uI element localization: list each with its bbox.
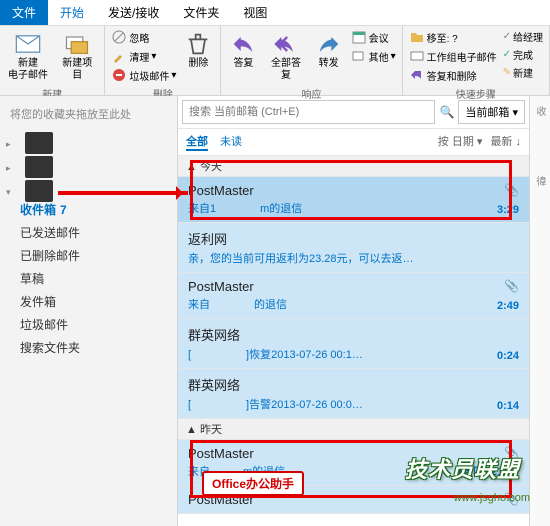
msg-preview: 亲，您的当前可用返利为23.28元，可以去返…: [188, 250, 519, 266]
tab-sendrecv[interactable]: 发送/接收: [96, 0, 171, 25]
forward-icon: [315, 30, 343, 58]
msg-preview: [ ]恢复2013-07-26 00:1…: [188, 346, 519, 362]
reply-icon: [229, 30, 257, 58]
tab-view[interactable]: 视图: [231, 0, 279, 25]
msg-time: 3:29: [497, 204, 519, 216]
new-email-button[interactable]: 新建 电子邮件: [4, 28, 52, 84]
junk-icon: [111, 67, 127, 83]
ignore-icon: [111, 29, 127, 45]
message-item[interactable]: 群英网络 [ ]告警2013-07-26 00:0… 0:14: [178, 369, 529, 419]
folder-sidebar: 将您的收藏夹拖放至此处 ▸ ▸ ▾ 收件箱7 已发送邮件 已删除邮件 草稿 发件…: [0, 96, 178, 526]
tab-folder[interactable]: 文件夹: [171, 0, 231, 25]
pane-label: 收: [530, 96, 549, 126]
new-item-label: 新建项目: [58, 58, 96, 82]
meeting-button[interactable]: 会议: [349, 28, 398, 46]
folder-search[interactable]: 搜索文件夹: [0, 336, 177, 359]
new-email-label: 新建 电子邮件: [8, 58, 48, 82]
filter-all[interactable]: 全部: [186, 133, 208, 151]
watermark-office: Office办公助手: [202, 471, 304, 496]
folder-junk[interactable]: 垃圾邮件: [0, 313, 177, 336]
group-today[interactable]: ▲ 今天: [178, 156, 529, 177]
message-item[interactable]: 群英网络 [ ]恢复2013-07-26 00:1… 0:24: [178, 319, 529, 369]
msg-time: 2:49: [497, 300, 519, 312]
search-icon[interactable]: 🔍: [439, 105, 454, 119]
ribbon-group-respond: 答复 全部答复 转发 会议 其他▾ 响应: [221, 26, 402, 95]
team-icon: [409, 48, 425, 64]
forward-button[interactable]: 转发: [311, 28, 347, 84]
delete-button[interactable]: 删除: [180, 28, 216, 84]
junk-button[interactable]: 垃圾邮件▾: [109, 66, 178, 84]
replydel-icon: [409, 67, 425, 83]
envelope-icon: [14, 30, 42, 58]
folder-outbox[interactable]: 发件箱: [0, 290, 177, 313]
annotation-arrow: [58, 190, 188, 196]
attachment-icon: 📎: [504, 183, 519, 197]
folder-icon: [409, 29, 425, 45]
tab-home[interactable]: 开始: [48, 0, 96, 25]
delete-icon: [184, 30, 212, 58]
sort-order[interactable]: 最新 ↓: [490, 133, 521, 151]
msg-preview: [ ]告警2013-07-26 00:0…: [188, 396, 519, 412]
replyall-button[interactable]: 全部答复: [263, 28, 308, 84]
broom-icon: [111, 48, 127, 64]
search-input[interactable]: [182, 100, 435, 124]
more-icon: [351, 48, 367, 64]
folder-deleted[interactable]: 已删除邮件: [0, 244, 177, 267]
account-redacted-3[interactable]: [25, 180, 53, 202]
ignore-button[interactable]: 忽略: [109, 28, 178, 46]
folder-inbox[interactable]: 收件箱7: [0, 198, 177, 221]
attachment-icon: 📎: [504, 279, 519, 293]
delete-label: 删除: [188, 58, 208, 70]
search-scope-dropdown[interactable]: 当前邮箱 ▾: [458, 100, 525, 124]
account-redacted-2[interactable]: [25, 156, 53, 178]
folder-drafts[interactable]: 草稿: [0, 267, 177, 290]
msg-sender: PostMaster: [188, 183, 519, 198]
new-item-button[interactable]: 新建项目: [54, 28, 100, 84]
quick-team[interactable]: 工作组电子邮件: [407, 47, 499, 65]
ribbon-group-new: 新建 电子邮件 新建项目 新建: [0, 26, 105, 95]
message-item[interactable]: 返利网 亲，您的当前可用返利为23.28元，可以去返…: [178, 223, 529, 273]
quick-manager[interactable]: ✓给经理: [501, 28, 545, 45]
reply-button[interactable]: 答复: [225, 28, 261, 84]
watermark-url: www.jsgho.com: [454, 492, 530, 504]
msg-preview: 来自 的退信: [188, 296, 519, 312]
expand-icon[interactable]: ▸: [6, 163, 11, 173]
ribbon-group-delete: 忽略 清理▾ 垃圾邮件▾ 删除 删除: [105, 26, 221, 95]
clean-button[interactable]: 清理▾: [109, 47, 178, 65]
msg-sender: 返利网: [188, 229, 519, 248]
filter-unread[interactable]: 未读: [220, 133, 242, 151]
quick-create[interactable]: ✎新建: [501, 64, 545, 81]
expand-icon[interactable]: ▾: [6, 187, 11, 197]
msg-time: 0:24: [497, 350, 519, 362]
msg-preview: 来自1 m的退信: [188, 200, 519, 216]
tab-file[interactable]: 文件: [0, 0, 48, 25]
msg-sender: 群英网络: [188, 375, 519, 394]
meeting-icon: [351, 29, 367, 45]
sort-by[interactable]: 按 日期 ▾: [438, 133, 483, 151]
quick-done[interactable]: ✓完成: [501, 46, 545, 63]
reading-pane-collapsed: 收 徫: [530, 96, 550, 526]
new-item-icon: [63, 30, 91, 58]
message-item[interactable]: PostMaster 来自1 m的退信 3:29 📎: [178, 177, 529, 223]
account-redacted-1[interactable]: [25, 132, 53, 154]
respond-more-button[interactable]: 其他▾: [349, 47, 398, 65]
favorites-drop[interactable]: 将您的收藏夹拖放至此处: [0, 100, 177, 128]
folder-sent[interactable]: 已发送邮件: [0, 221, 177, 244]
msg-sender: 群英网络: [188, 325, 519, 344]
watermark-alliance: 技术员联盟: [405, 452, 520, 484]
ribbon-group-quick: 移至: ? 工作组电子邮件 答复和删除 ✓给经理 ✓完成 ✎新建 快速步骤: [403, 26, 550, 95]
expand-icon[interactable]: ▸: [6, 139, 11, 149]
message-item[interactable]: PostMaster 来自 的退信 2:49 📎: [178, 273, 529, 319]
group-yesterday[interactable]: ▲ 昨天: [178, 419, 529, 440]
pane-label: 徫: [530, 166, 549, 196]
msg-sender: PostMaster: [188, 279, 519, 294]
quick-moveto[interactable]: 移至: ?: [407, 28, 499, 46]
replyall-icon: [272, 30, 300, 58]
quick-replydel[interactable]: 答复和删除: [407, 66, 499, 84]
msg-time: 0:14: [497, 400, 519, 412]
